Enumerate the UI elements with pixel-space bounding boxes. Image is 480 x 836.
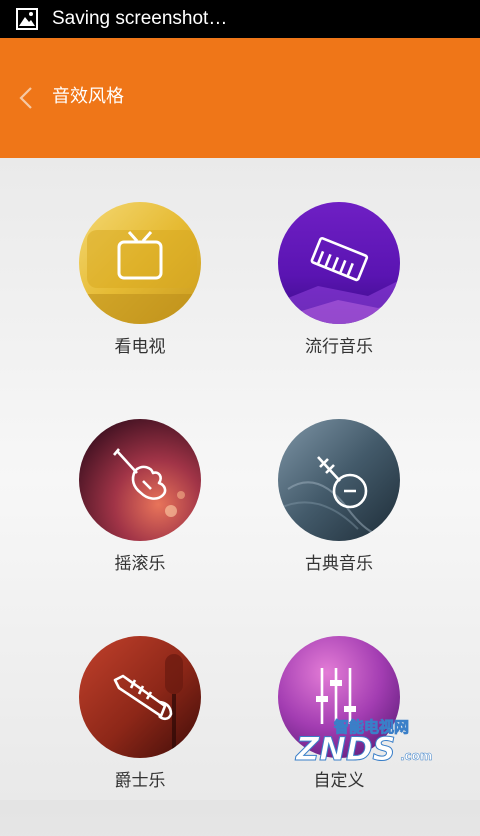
style-tile-pop[interactable]: 流行音乐: [259, 202, 419, 402]
status-bar: Saving screenshot…: [0, 0, 480, 38]
sound-style-grid: 看电视 流行音乐 摇滚乐 古典音乐 爵士乐 自定义: [0, 158, 480, 800]
style-label: 流行音乐: [305, 337, 373, 357]
back-button[interactable]: [8, 80, 44, 116]
page-title: 音效风格: [52, 86, 124, 107]
classical-style-circle: [278, 419, 400, 541]
image-icon: [16, 8, 38, 30]
pipa-icon: [317, 456, 368, 509]
status-text: Saving screenshot…: [52, 8, 228, 29]
tv-style-circle: [79, 202, 201, 324]
rock-style-circle: [79, 419, 201, 541]
style-label: 摇滚乐: [114, 554, 166, 574]
tv-icon: [117, 231, 163, 280]
znds-watermark-logo: 智能电视网 ZNDS .com: [295, 718, 433, 768]
pop-style-circle: [278, 202, 400, 324]
watermark-brand: ZNDS: [295, 730, 396, 768]
trumpet-icon: [113, 674, 173, 721]
style-label: 爵士乐: [114, 771, 166, 791]
keyboard-icon: [310, 236, 369, 282]
chevron-left-icon: [19, 87, 32, 109]
style-label: 古典音乐: [305, 554, 373, 574]
style-label: 看电视: [114, 337, 166, 357]
jazz-style-circle: [79, 636, 201, 758]
electric-guitar-icon: [113, 448, 167, 500]
watermark-domain: .com: [400, 749, 432, 763]
style-tile-jazz[interactable]: 爵士乐: [60, 636, 220, 836]
style-tile-rock[interactable]: 摇滚乐: [60, 419, 220, 619]
style-label: 自定义: [313, 771, 365, 791]
style-tile-classical[interactable]: 古典音乐: [259, 419, 419, 619]
app-bar: 音效风格: [0, 38, 480, 158]
style-tile-tv[interactable]: 看电视: [60, 202, 220, 402]
